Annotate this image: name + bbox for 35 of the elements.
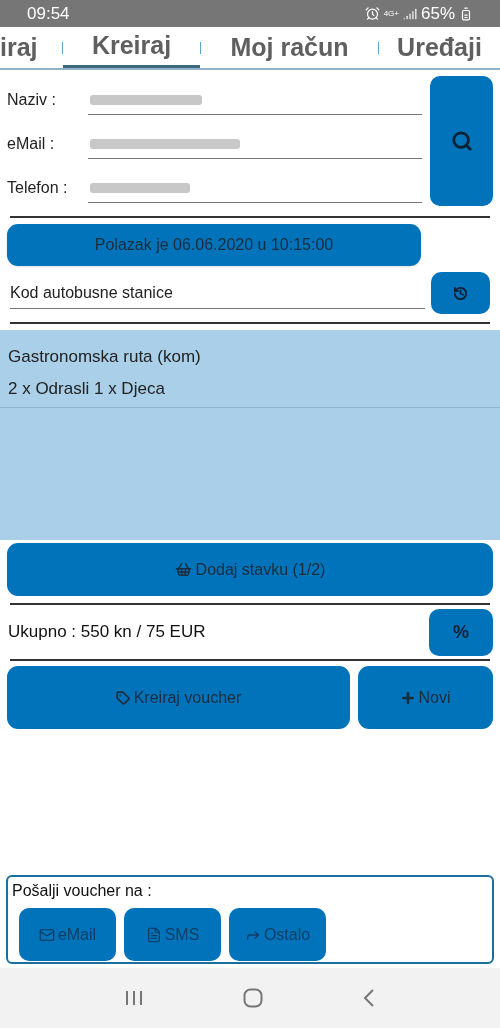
send-panel-title: Pošalji voucher na :: [12, 881, 153, 901]
tab[interactable]: iraj: [0, 27, 62, 68]
back-icon: [363, 989, 375, 1007]
home-icon: [243, 988, 263, 1008]
tab[interactable]: Kreiraj: [63, 27, 200, 68]
item-title: Gastronomska ruta (kom): [8, 346, 202, 368]
tag-icon: [115, 690, 130, 705]
history-button[interactable]: [431, 272, 490, 314]
signal-icon: [402, 6, 417, 21]
basket-icon: [174, 561, 192, 578]
total-text: Ukupno : 550 kn / 75 EUR: [8, 621, 207, 644]
tab[interactable]: Uređaji: [379, 27, 500, 68]
plus-icon: [400, 689, 417, 706]
recent-apps-icon: [125, 990, 143, 1006]
alarm-icon: [364, 6, 380, 21]
clock-time: 09:54: [27, 2, 70, 25]
history-icon: [453, 285, 468, 301]
item-detail: 2 x Odrasli 1 x Djeca: [8, 377, 166, 400]
network-label: 4G+: [383, 9, 399, 18]
new-button[interactable]: Novi: [358, 666, 493, 729]
field-label: eMail :: [7, 134, 56, 154]
battery-icon: [459, 6, 473, 21]
add-item-button[interactable]: Dodaj stavku (1/2): [7, 543, 493, 596]
departure-button[interactable]: Polazak je 06.06.2020 u 10:15:00: [7, 224, 421, 266]
discount-button[interactable]: %: [429, 608, 493, 656]
email-icon: [38, 926, 55, 943]
tab[interactable]: Moj račun: [201, 27, 378, 68]
list-item[interactable]: Gastronomska ruta (kom) 2 x Odrasli 1 x Djeca: [0, 330, 500, 408]
search-icon: [450, 130, 473, 152]
create-voucher-button[interactable]: Kreiraj voucher: [7, 666, 350, 729]
field-label: Naziv :: [7, 90, 57, 110]
sms-icon: [145, 926, 162, 943]
station-code-field[interactable]: Kod autobusne stanice: [10, 277, 425, 309]
field-label: Telefon :: [7, 178, 69, 198]
battery-level: 65%: [420, 2, 455, 25]
